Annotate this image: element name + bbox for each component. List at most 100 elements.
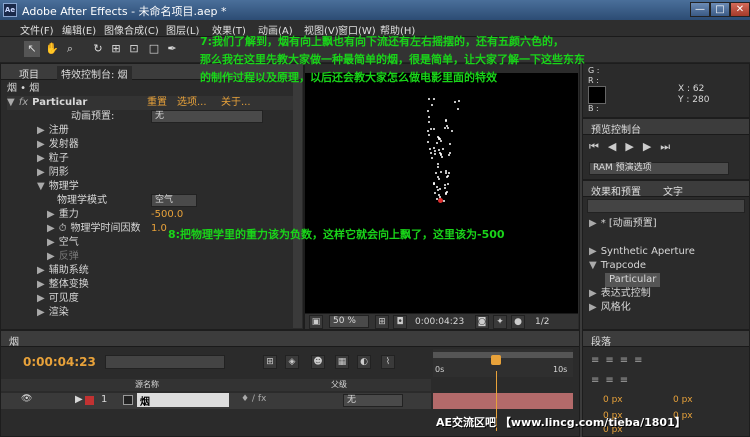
draft-3d-icon[interactable]: ◈	[285, 355, 299, 369]
collapse-icon[interactable]: ▼	[7, 97, 15, 108]
prop-world-transform[interactable]: ▶ 整体变换	[37, 278, 89, 292]
gravity-value[interactable]: -500.0	[151, 208, 183, 222]
tab-effect-controls[interactable]: 特效控制台: 烟	[57, 66, 132, 81]
prop-aux-system[interactable]: ▶ 辅助系统	[37, 264, 89, 278]
always-preview-icon[interactable]: ▣	[309, 315, 323, 329]
timeline-search-input[interactable]	[105, 355, 225, 369]
particle	[441, 155, 444, 158]
menu-composition[interactable]: 图像合成(C)	[104, 22, 159, 37]
effects-item-presets[interactable]: ▶ * [动画预置]	[589, 217, 657, 231]
menu-layer[interactable]: 图层(L)	[166, 22, 199, 37]
emitter-point[interactable]	[438, 198, 443, 203]
prop-register[interactable]: ▶ 注册	[37, 124, 69, 138]
effects-search-input[interactable]	[587, 199, 745, 213]
prop-particle[interactable]: ▶ 粒子	[37, 152, 69, 166]
indent-left[interactable]: 0 px	[603, 395, 623, 405]
close-button[interactable]: ✕	[730, 2, 750, 17]
prop-physics-mode: 物理学模式	[57, 195, 107, 206]
tab-text[interactable]: 文字	[663, 183, 683, 198]
about-link[interactable]: 关于...	[221, 96, 251, 110]
layer-name[interactable]: 烟	[137, 393, 229, 408]
frame-blending-icon[interactable]: ▦	[335, 355, 349, 369]
tab-project[interactable]: 项目	[19, 66, 39, 81]
prop-emitter[interactable]: ▶ 发射器	[37, 138, 79, 152]
tab-effects-presets[interactable]: 效果和预置	[591, 183, 641, 198]
particle	[432, 183, 435, 186]
left-scrollbar[interactable]	[293, 82, 302, 328]
snapshot-icon[interactable]: ◙	[475, 315, 489, 329]
show-snapshot-icon[interactable]: ✦	[493, 315, 507, 329]
viewer-timecode[interactable]: 0:00:04:23	[415, 317, 464, 327]
mask-view-icon[interactable]: ◘	[393, 315, 407, 329]
indent-right[interactable]: 0 px	[673, 395, 693, 405]
effects-item-trapcode[interactable]: ▼ Trapcode	[589, 259, 646, 273]
work-area-bar[interactable]	[433, 352, 573, 358]
layer-switches[interactable]: ♦ / fx	[241, 394, 266, 404]
rotate-tool-icon[interactable]: ↻	[90, 41, 106, 57]
maximize-button[interactable]: □	[710, 2, 730, 17]
particle	[433, 152, 436, 155]
prop-physics[interactable]: ▼ 物理学	[37, 180, 79, 194]
particle	[448, 172, 451, 175]
effects-item-expression-controls[interactable]: ▶ 表达式控制	[589, 287, 651, 301]
motion-blur-icon[interactable]: ◐	[357, 355, 371, 369]
reset-link[interactable]: 重置	[147, 96, 167, 110]
shy-layers-icon[interactable]: ☻	[311, 355, 325, 369]
layer-row[interactable]: 👁 ▶ 1 烟 ♦ / fx 无	[1, 393, 431, 409]
current-time-indicator[interactable]	[491, 355, 501, 365]
timeline-timecode[interactable]: 0:00:04:23	[23, 355, 96, 369]
layer-duration-bar[interactable]	[433, 393, 573, 409]
ram-preview-dropdown[interactable]: RAM 预演选项	[589, 162, 729, 175]
stopwatch-icon[interactable]: ⏱	[59, 223, 67, 234]
caption-line-1: 7:我们了解到，烟有向上飘也有向下流还有左右摇摆的，还有五颜六色的，	[200, 35, 565, 48]
menu-file[interactable]: 文件(F)	[20, 22, 54, 37]
breadcrumb: 烟 • 烟	[7, 83, 40, 94]
time-factor-value[interactable]: 1.0	[151, 222, 167, 236]
pen-tool-icon[interactable]: ✒	[164, 41, 180, 57]
prop-air[interactable]: ▶ 空气	[47, 236, 79, 250]
source-name-header[interactable]: 源名称	[135, 379, 159, 390]
minimize-button[interactable]: —	[690, 2, 710, 17]
zoom-tool-icon[interactable]: ⌕	[62, 41, 78, 57]
effects-item-synthetic-aperture[interactable]: ▶ Synthetic Aperture	[589, 245, 695, 259]
prop-visibility[interactable]: ▶ 可见度	[37, 292, 79, 306]
particle	[447, 182, 450, 185]
prop-bounce[interactable]: ▶ 反弹	[47, 250, 79, 264]
align-buttons[interactable]: ≡≡≡≡	[591, 355, 649, 366]
graph-editor-icon[interactable]: ⌇	[381, 355, 395, 369]
tab-timeline[interactable]: 烟	[9, 333, 19, 348]
resolution-value[interactable]: 1/2	[535, 317, 549, 327]
physics-mode-dropdown[interactable]: 空气	[151, 194, 197, 207]
effects-item-particular[interactable]: Particular	[605, 273, 661, 287]
mask-tool-icon[interactable]: □	[146, 41, 162, 57]
comp-mini-flowchart-icon[interactable]: ⊞	[263, 355, 277, 369]
time-ruler[interactable]: 0s 10s	[433, 349, 573, 377]
playback-controls[interactable]: ⏮◀▶▶⏭	[589, 140, 679, 154]
effect-header-row: ▼ fx Particular 重置 选项... 关于...	[7, 96, 297, 110]
justify-buttons[interactable]: ≡≡≡	[591, 375, 634, 386]
hand-tool-icon[interactable]: ✋	[44, 41, 60, 57]
selection-tool-icon[interactable]: ↖	[24, 41, 40, 57]
parent-header[interactable]: 父级	[331, 379, 347, 390]
camera-tool-icon[interactable]: ⊞	[108, 41, 124, 57]
prop-render[interactable]: ▶ 渲染	[37, 306, 69, 320]
zoom-dropdown[interactable]: 50 %	[329, 315, 369, 328]
pan-behind-tool-icon[interactable]: ⊡	[126, 41, 142, 57]
composition-viewer[interactable]	[305, 73, 578, 313]
expand-layer-icon[interactable]: ▶	[75, 394, 83, 405]
parent-dropdown[interactable]: 无	[343, 394, 403, 407]
effects-tab-header: 效果和预置 文字	[583, 181, 749, 198]
effects-item-stylize[interactable]: ▶ 风格化	[589, 301, 631, 315]
fx-icon[interactable]: fx	[19, 97, 28, 108]
tab-preview[interactable]: 预览控制台	[591, 121, 641, 136]
channel-icon[interactable]: ●	[511, 315, 525, 329]
info-panel: R : B : G : X : 62 Y : 280	[582, 63, 750, 118]
options-link[interactable]: 选项...	[177, 96, 207, 110]
label-color-icon[interactable]	[85, 396, 94, 405]
grid-icon[interactable]: ⊞	[375, 315, 389, 329]
prop-shadow[interactable]: ▶ 阴影	[37, 166, 69, 180]
visibility-eye-icon[interactable]: 👁	[21, 394, 32, 404]
tab-paragraph[interactable]: 段落	[591, 333, 611, 348]
menu-edit[interactable]: 编辑(E)	[62, 22, 96, 37]
preset-dropdown[interactable]: 无	[151, 110, 263, 123]
